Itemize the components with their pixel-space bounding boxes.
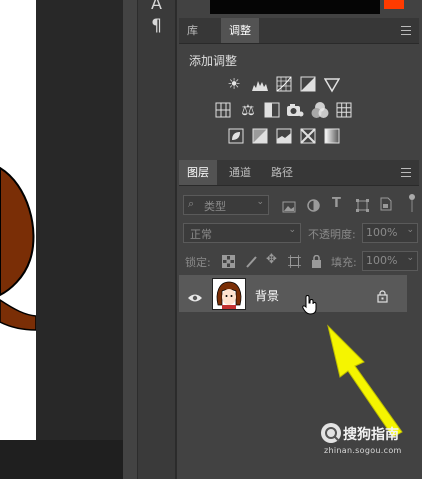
cartoon-drawing-fragment xyxy=(0,166,36,331)
lock-transparent-pixels-icon[interactable] xyxy=(222,253,235,272)
blend-mode-value: 正常 xyxy=(190,228,212,241)
threshold-icon[interactable] xyxy=(276,128,292,148)
gradient-map-icon[interactable] xyxy=(324,128,340,148)
lock-all-icon[interactable] xyxy=(311,253,322,272)
chevron-down-icon: ⌄ xyxy=(256,197,264,207)
watermark-url: zhinan.sogou.com xyxy=(324,446,402,455)
layer-thumbnail[interactable] xyxy=(212,278,246,310)
adjustments-panel-menu-icon[interactable] xyxy=(401,26,411,35)
blend-mode-select[interactable]: 正常 ⌄ xyxy=(183,223,301,243)
fill-input[interactable]: 100% ⌄ xyxy=(362,251,418,271)
selective-color-icon[interactable] xyxy=(300,128,316,148)
canvas-pasteboard xyxy=(0,440,123,479)
prevent-autonest-icon[interactable] xyxy=(288,253,301,272)
tab-layers[interactable]: 图层 xyxy=(179,160,217,185)
levels-icon[interactable] xyxy=(251,76,269,96)
sogou-logo-icon xyxy=(320,422,342,448)
lock-position-icon[interactable]: ✥ xyxy=(266,252,277,267)
color-lookup-icon[interactable] xyxy=(336,102,352,122)
layer-filter-label: 类型 xyxy=(204,200,226,213)
character-panel-icon[interactable]: A xyxy=(138,0,175,13)
opacity-input[interactable]: 100% ⌄ xyxy=(362,223,418,243)
brightness-icon[interactable]: ☀ xyxy=(225,76,243,92)
filter-toggle-switch[interactable] xyxy=(408,194,416,212)
shape-filter-icon[interactable] xyxy=(356,197,369,216)
layers-panel-tabs: 图层 通道 路径 xyxy=(179,160,419,186)
eye-visibility-icon[interactable] xyxy=(187,288,203,307)
fill-label: 填充: xyxy=(331,256,357,269)
smart-object-filter-icon[interactable] xyxy=(380,196,392,215)
chevron-down-icon: ⌄ xyxy=(288,225,296,235)
fill-value: 100% xyxy=(366,254,398,267)
posterize-icon[interactable] xyxy=(252,128,268,148)
exposure-icon[interactable] xyxy=(300,76,316,96)
adjustments-panel-tabs: 库 调整 xyxy=(179,18,419,44)
adjustments-title: 添加调整 xyxy=(189,54,238,68)
chevron-down-icon: ⌄ xyxy=(406,253,414,263)
watermark-brand: 搜狗指南 xyxy=(343,427,399,443)
search-icon: ⌕ xyxy=(188,197,195,210)
black-white-icon[interactable] xyxy=(264,102,280,122)
tab-library[interactable]: 库 xyxy=(179,18,206,43)
type-filter-icon[interactable]: T xyxy=(332,196,341,211)
tab-paths[interactable]: 路径 xyxy=(263,160,301,185)
channel-mixer-icon[interactable] xyxy=(311,101,329,123)
vibrance-icon[interactable] xyxy=(323,77,341,97)
photo-filter-icon[interactable] xyxy=(286,102,304,122)
tab-adjustments[interactable]: 调整 xyxy=(221,18,259,43)
opacity-value: 100% xyxy=(366,226,398,239)
layer-filter-select[interactable]: ⌕ 类型 ⌄ xyxy=(183,195,269,215)
color-balance-icon[interactable]: ⚖ xyxy=(238,102,258,118)
lock-label: 锁定: xyxy=(185,256,211,269)
layer-name[interactable]: 背景 xyxy=(255,287,279,304)
document-canvas[interactable] xyxy=(0,0,36,440)
layer-lock-icon[interactable] xyxy=(377,288,388,307)
foreground-color-swatch[interactable] xyxy=(384,0,404,9)
hue-saturation-icon[interactable] xyxy=(215,102,231,122)
tab-channels[interactable]: 通道 xyxy=(221,160,259,185)
pixel-filter-icon[interactable] xyxy=(282,198,296,217)
color-panel-strip xyxy=(210,0,380,14)
chevron-down-icon: ⌄ xyxy=(406,225,414,235)
opacity-label: 不透明度: xyxy=(308,228,356,241)
mini-tool-strip: A ¶ xyxy=(137,0,175,479)
hand-cursor-icon xyxy=(301,295,317,319)
invert-icon[interactable] xyxy=(228,128,244,148)
lock-image-pixels-icon[interactable] xyxy=(245,253,258,272)
adjustment-filter-icon[interactable] xyxy=(307,197,320,216)
curves-icon[interactable] xyxy=(276,76,292,96)
layers-panel-menu-icon[interactable] xyxy=(401,168,411,177)
paragraph-panel-icon[interactable]: ¶ xyxy=(138,16,175,36)
